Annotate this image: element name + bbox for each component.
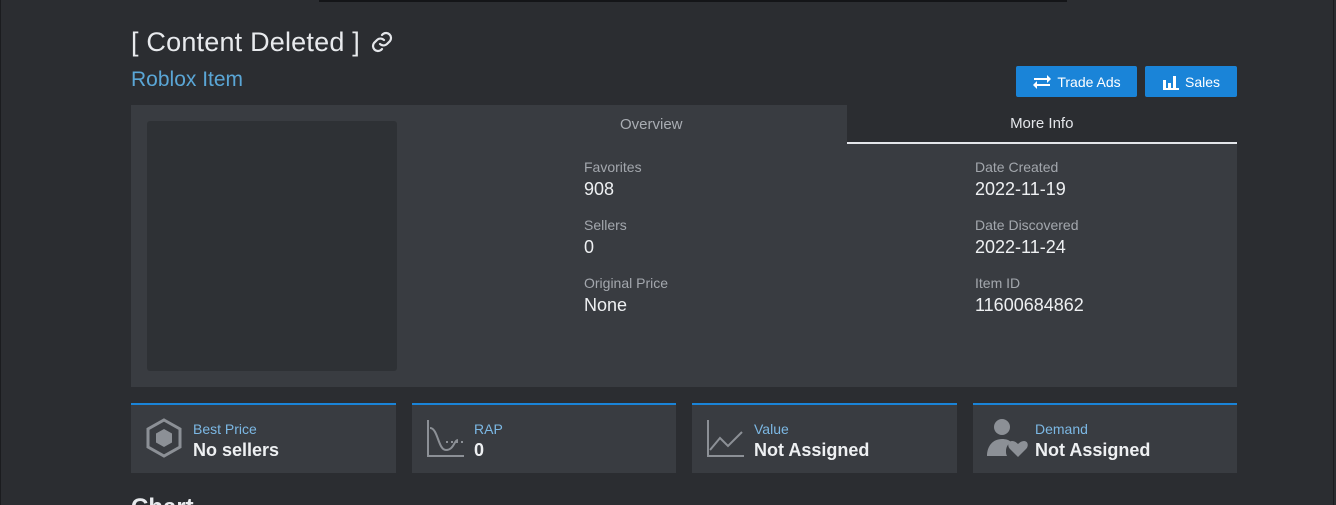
sales-button[interactable]: Sales xyxy=(1145,66,1237,97)
original-price-info: Original Price None xyxy=(584,275,668,333)
item-panel: Overview More Info Favorites 908 Sellers… xyxy=(131,105,1237,387)
section-heading: Chart xyxy=(131,494,194,505)
stat-label: RAP xyxy=(474,421,503,437)
info-column-right: Date Created 2022-11-19 Date Discovered … xyxy=(975,159,1084,333)
info-value: 11600684862 xyxy=(975,295,1084,315)
info-label: Date Discovered xyxy=(975,217,1079,233)
title-row: [ Content Deleted ] xyxy=(131,26,394,59)
line-chart-icon xyxy=(706,418,746,463)
stat-value: Not Assigned xyxy=(1035,440,1151,460)
info-label: Sellers xyxy=(584,217,627,233)
trade-ads-button[interactable]: Trade Ads xyxy=(1016,66,1137,97)
user-heart-icon xyxy=(987,418,1029,463)
rap-curve-icon xyxy=(426,418,466,463)
info-value: None xyxy=(584,295,628,315)
page: [ Content Deleted ] Roblox Item Trade Ad… xyxy=(0,0,1334,505)
date-discovered-info: Date Discovered 2022-11-24 xyxy=(975,217,1084,275)
stat-value: Not Assigned xyxy=(754,440,870,460)
stat-value: 0 xyxy=(474,440,485,460)
item-id-info: Item ID 11600684862 xyxy=(975,275,1084,333)
info-label: Original Price xyxy=(584,275,669,291)
hexagon-icon xyxy=(145,418,183,463)
info-value: 0 xyxy=(584,237,595,257)
best-price-card: Best Price No sellers xyxy=(131,403,396,473)
sales-label: Sales xyxy=(1184,73,1221,90)
stat-label: Best Price xyxy=(193,421,257,437)
demand-card: Demand Not Assigned xyxy=(973,403,1237,473)
info-value: 908 xyxy=(584,179,615,199)
stat-label: Value xyxy=(754,421,789,437)
info-column-left: Favorites 908 Sellers 0 Original Price N… xyxy=(584,159,668,333)
trade-ads-label: Trade Ads xyxy=(1057,73,1121,90)
stat-value: No sellers xyxy=(193,440,280,460)
tab-more-info[interactable]: More Info xyxy=(846,105,1237,144)
item-thumbnail xyxy=(147,121,397,371)
tab-overview[interactable]: Overview xyxy=(456,105,847,144)
date-created-info: Date Created 2022-11-19 xyxy=(975,159,1084,217)
info-value: 2022-11-24 xyxy=(975,237,1066,257)
swap-icon xyxy=(1033,74,1052,89)
sellers-info: Sellers 0 xyxy=(584,217,668,275)
top-bar xyxy=(319,0,1067,2)
stat-label: Demand xyxy=(1035,421,1088,437)
page-title: [ Content Deleted ] xyxy=(131,27,360,57)
info-label: Date Created xyxy=(975,159,1059,175)
info-value: 2022-11-19 xyxy=(975,179,1066,199)
info-label: Item ID xyxy=(975,275,1021,291)
info-tabs: Overview More Info xyxy=(456,105,1237,144)
link-icon[interactable] xyxy=(370,30,394,59)
favorites-info: Favorites 908 xyxy=(584,159,668,217)
info-label: Favorites xyxy=(584,159,642,175)
value-card: Value Not Assigned xyxy=(692,403,957,473)
rap-card: RAP 0 xyxy=(412,403,676,473)
item-type-link[interactable]: Roblox Item xyxy=(131,68,243,92)
bar-chart-icon xyxy=(1162,75,1179,90)
